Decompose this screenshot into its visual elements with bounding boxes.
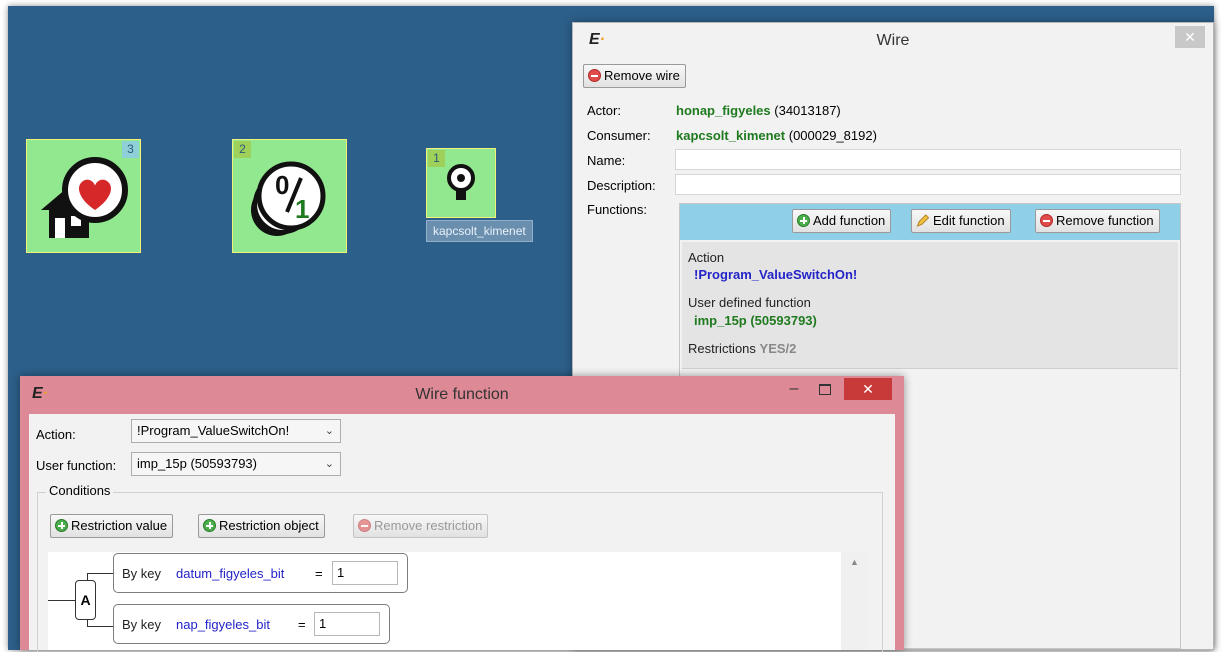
user-function-select-value: imp_15p (50593793) — [137, 456, 257, 471]
add-icon — [797, 214, 810, 227]
description-field[interactable] — [675, 174, 1181, 195]
remove-restriction-label: Remove restriction — [374, 518, 483, 533]
remove-wire-button[interactable]: Remove wire — [583, 64, 686, 88]
add-function-button[interactable]: Add function — [792, 209, 892, 233]
condition-key: nap_figyeles_bit — [176, 617, 270, 632]
condition-operator: = — [315, 566, 323, 581]
scroll-up-icon: ▲ — [850, 557, 859, 567]
name-field[interactable] — [675, 149, 1181, 170]
consumer-label: Consumer: — [587, 128, 651, 143]
add-function-label: Add function — [813, 213, 886, 228]
wire-function-body: Action: !Program_ValueSwitchOn! ⌄ User f… — [29, 414, 895, 652]
tree-connector — [48, 600, 75, 601]
wire-function-titlebar[interactable]: E· Wire function – ✕ — [20, 376, 904, 408]
condition-row[interactable]: By key nap_figyeles_bit = 1 — [113, 604, 390, 644]
remove-function-button[interactable]: Remove function — [1035, 209, 1160, 233]
restriction-object-button[interactable]: Restriction object — [198, 514, 325, 538]
wire-function-window: E· Wire function – ✕ Action: !Program_Va… — [20, 376, 904, 652]
condition-by-label: By key — [122, 566, 162, 581]
functions-label: Functions: — [587, 202, 647, 217]
remove-icon — [358, 519, 371, 532]
node-label: kapcsolt_kimenet — [426, 220, 533, 242]
condition-key: datum_figyeles_bit — [176, 566, 285, 581]
condition-value-field[interactable]: 1 — [332, 561, 398, 585]
conditions-label: Conditions — [46, 483, 114, 498]
tree-connector — [87, 626, 113, 627]
condition-operator: = — [298, 617, 306, 632]
add-icon — [203, 519, 216, 532]
function-list-item[interactable]: Action !Program_ValueSwitchOn! User defi… — [682, 242, 1178, 369]
svg-text:0: 0 — [275, 170, 289, 200]
action-select[interactable]: !Program_ValueSwitchOn! ⌄ — [131, 419, 341, 443]
action-heading: Action — [688, 250, 725, 265]
actor-label: Actor: — [587, 103, 621, 118]
node-home-heart[interactable]: 3 — [26, 139, 141, 253]
user-function-select[interactable]: imp_15p (50593793) ⌄ — [131, 452, 341, 476]
desktop: 3 2 0 1 1 kapcsolt_kimenet E· Wire ✕ Rem… — [0, 0, 1223, 652]
output-bulb-icon — [447, 164, 475, 200]
edit-function-button[interactable]: Edit function — [911, 209, 1011, 233]
svg-text:1: 1 — [295, 194, 309, 224]
action-label: Action: — [36, 427, 76, 442]
restrictions-row: Restrictions YES/2 — [688, 341, 796, 356]
remove-icon — [588, 69, 601, 82]
actor-id: (34013187) — [774, 103, 841, 118]
remove-function-label: Remove function — [1056, 213, 1154, 228]
restriction-object-label: Restriction object — [219, 518, 319, 533]
condition-by-label: By key — [122, 617, 162, 632]
node-output[interactable]: 1 — [426, 148, 496, 218]
minimize-button[interactable]: – — [784, 380, 804, 398]
functions-toolbar: Add function Edit function Remove functi… — [680, 204, 1180, 240]
node-toggle[interactable]: 2 0 1 — [232, 139, 347, 253]
restrictions-value: YES/2 — [759, 341, 797, 356]
chevron-down-icon: ⌄ — [324, 425, 334, 437]
remove-wire-label: Remove wire — [604, 68, 680, 83]
consumer-value: kapcsolt_kimenet (000029_8192) — [676, 128, 877, 143]
tree-connector — [87, 573, 88, 580]
wire-title: Wire — [876, 32, 910, 49]
pencil-icon — [916, 214, 930, 227]
wire-function-title: Wire function — [415, 386, 509, 403]
actor-value: honap_figyeles (34013187) — [676, 103, 841, 118]
actor-name: honap_figyeles — [676, 103, 771, 118]
edit-function-label: Edit function — [933, 213, 1005, 228]
condition-value-field[interactable]: 1 — [314, 612, 380, 636]
home-heart-icon — [41, 157, 128, 238]
consumer-id: (000029_8192) — [788, 128, 877, 143]
vertical-scrollbar[interactable]: ▲ — [841, 552, 868, 650]
name-label: Name: — [587, 153, 626, 168]
and-operator-node[interactable]: A — [75, 580, 96, 620]
condition-row[interactable]: By key datum_figyeles_bit = 1 — [113, 553, 408, 593]
restrictions-heading: Restrictions — [688, 341, 756, 356]
restriction-value-label: Restriction value — [71, 518, 168, 533]
wire-titlebar[interactable]: E· Wire ✕ — [573, 23, 1213, 61]
description-label: Description: — [587, 178, 656, 193]
toggle-zero-one-icon: 0 1 — [251, 161, 326, 236]
action-select-value: !Program_ValueSwitchOn! — [137, 423, 290, 438]
udf-value: imp_15p (50593793) — [694, 313, 817, 328]
tree-connector — [87, 573, 113, 574]
close-button[interactable]: ✕ — [1175, 26, 1205, 48]
maximize-button[interactable] — [819, 384, 831, 395]
remove-restriction-button[interactable]: Remove restriction — [353, 514, 489, 538]
chevron-down-icon: ⌄ — [324, 458, 334, 470]
action-value: !Program_ValueSwitchOn! — [694, 267, 858, 282]
udf-heading: User defined function — [688, 295, 811, 310]
close-button[interactable]: ✕ — [844, 378, 892, 400]
consumer-name: kapcsolt_kimenet — [676, 128, 786, 143]
add-icon — [55, 519, 68, 532]
user-function-label: User function: — [36, 458, 117, 473]
restriction-value-button[interactable]: Restriction value — [50, 514, 174, 538]
remove-icon — [1040, 214, 1053, 227]
